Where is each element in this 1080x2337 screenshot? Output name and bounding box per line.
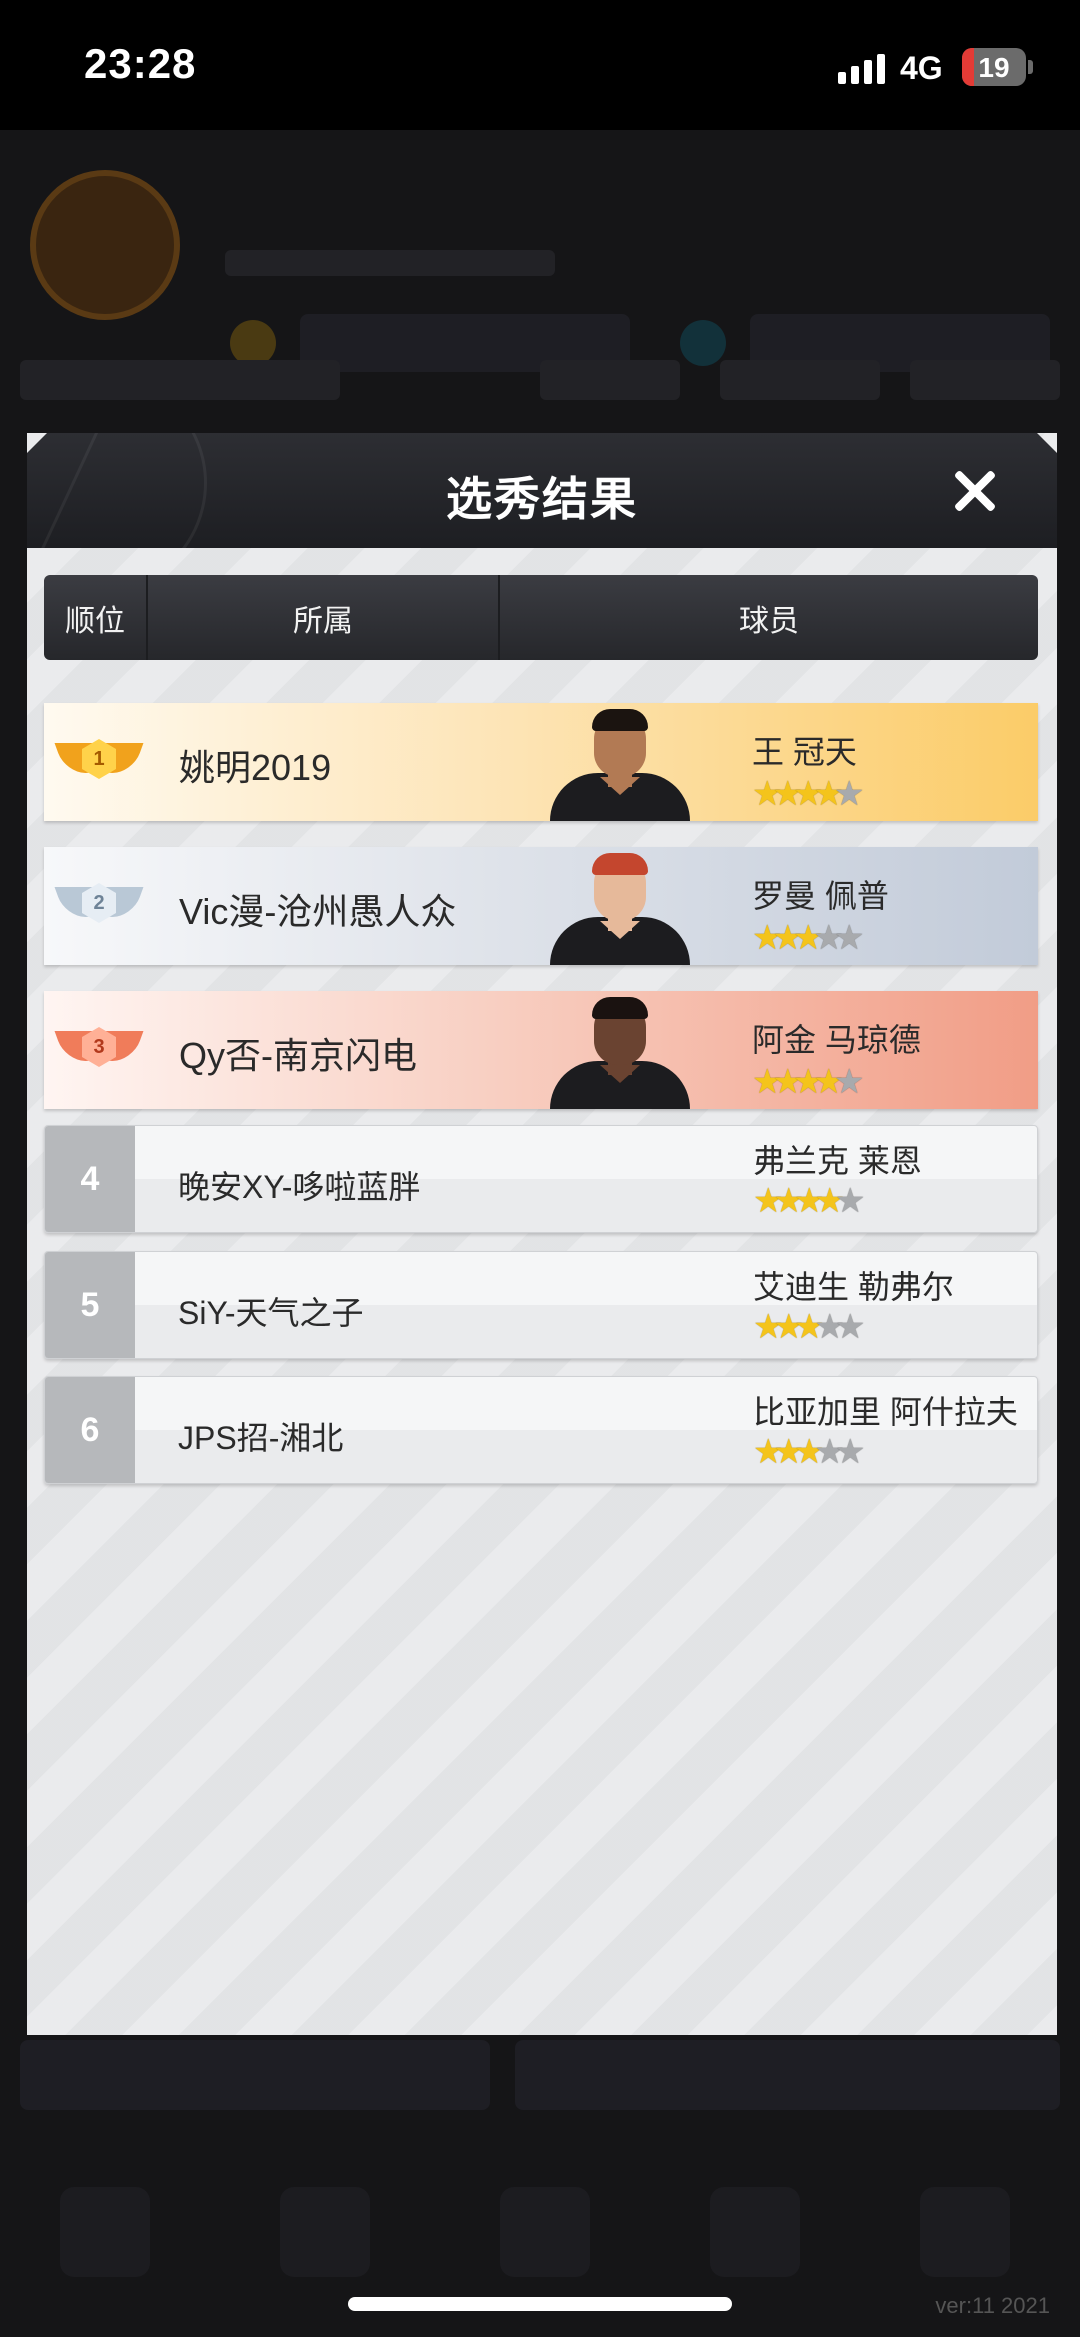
- dialog-header: 选秀结果: [27, 433, 1057, 548]
- background-tab: [710, 2187, 800, 2277]
- star-rating: ★ ★ ★ ★ ★: [753, 1184, 865, 1218]
- star-rating: ★ ★ ★ ★ ★: [752, 1065, 864, 1099]
- draft-row-6[interactable]: 6 JPS招-湘北 比亚加里 阿什拉夫 ★ ★ ★ ★ ★: [44, 1376, 1038, 1484]
- home-indicator[interactable]: [348, 2297, 732, 2311]
- background-panel-2: [515, 2040, 1060, 2110]
- background-tab: [500, 2187, 590, 2277]
- battery-level: 19: [978, 52, 1010, 83]
- background-menu: [20, 360, 340, 400]
- team-name: Vic漫-沧州愚人众: [179, 891, 457, 932]
- star-empty-icon: ★: [833, 775, 865, 813]
- star-rating: ★ ★ ★ ★ ★: [752, 777, 864, 811]
- background-menu-3: [720, 360, 880, 400]
- gold-medal-icon: 1: [54, 737, 144, 787]
- team-name: SiY-天气之子: [178, 1295, 364, 1331]
- battery-icon: 19: [962, 48, 1026, 86]
- player-portrait: [550, 853, 690, 965]
- player-name: 罗曼 佩普: [752, 878, 889, 914]
- player-name: 比亚加里 阿什拉夫: [753, 1394, 1018, 1430]
- background-diamond-icon: [680, 320, 726, 366]
- background-text: [225, 250, 555, 276]
- background-panel: [20, 2040, 490, 2110]
- draft-result-dialog: 选秀结果 顺位 所属 球员 1 姚明2019 王 冠天 ★ ★ ★ ★ ★ 2 Vic漫…: [27, 433, 1057, 2035]
- close-icon[interactable]: [947, 463, 1003, 519]
- draft-row-3[interactable]: 3 Qy否-南京闪电 阿金 马琼德 ★ ★ ★ ★ ★: [44, 991, 1038, 1109]
- draft-row-5[interactable]: 5 SiY-天气之子 艾迪生 勒弗尔 ★ ★ ★ ★ ★: [44, 1251, 1038, 1359]
- rank-number: 4: [45, 1126, 135, 1232]
- player-name: 王 冠天: [752, 734, 857, 770]
- background-tab: [60, 2187, 150, 2277]
- dialog-title: 选秀结果: [446, 473, 638, 525]
- column-header-rank: 顺位: [44, 575, 148, 660]
- column-header-team: 所属: [148, 575, 500, 660]
- table-header: 顺位 所属 球员: [44, 575, 1038, 660]
- background-avatar: [30, 170, 180, 320]
- background-menu-2: [540, 360, 680, 400]
- draft-row-2[interactable]: 2 Vic漫-沧州愚人众 罗曼 佩普 ★ ★ ★ ★ ★: [44, 847, 1038, 965]
- player-name: 阿金 马琼德: [752, 1022, 921, 1058]
- background-tab: [280, 2187, 370, 2277]
- signal-icon: [838, 52, 886, 84]
- star-empty-icon: ★: [834, 1182, 866, 1220]
- team-name: 姚明2019: [179, 747, 332, 788]
- draft-row-1[interactable]: 1 姚明2019 王 冠天 ★ ★ ★ ★ ★: [44, 703, 1038, 821]
- dialog-background: [27, 433, 1057, 2035]
- battery-tip: [1028, 60, 1033, 74]
- player-portrait: [550, 997, 690, 1109]
- star-rating: ★ ★ ★ ★ ★: [753, 1435, 865, 1469]
- player-portrait: [550, 709, 690, 821]
- player-name: 艾迪生 勒弗尔: [753, 1269, 954, 1305]
- status-bar: 23:28 4G 19: [0, 0, 1080, 130]
- team-name: 晚安XY-哆啦蓝胖: [178, 1169, 421, 1205]
- team-name: JPS招-湘北: [178, 1420, 344, 1456]
- team-name: Qy否-南京闪电: [179, 1035, 417, 1076]
- silver-medal-icon: 2: [54, 881, 144, 931]
- star-rating: ★ ★ ★ ★ ★: [752, 921, 864, 955]
- column-header-player: 球员: [739, 604, 799, 638]
- player-name: 弗兰克 莱恩: [753, 1143, 922, 1179]
- background-tab: [920, 2187, 1010, 2277]
- star-empty-icon: ★: [833, 1063, 865, 1101]
- network-type: 4G: [900, 50, 943, 86]
- rank-number: 5: [45, 1252, 135, 1358]
- bronze-medal-icon: 3: [54, 1025, 144, 1075]
- version-label: ver:11 2021: [935, 2293, 1050, 2318]
- star-empty-icon: ★: [834, 1308, 866, 1346]
- background-menu-4: [910, 360, 1060, 400]
- rank-number: 6: [45, 1377, 135, 1483]
- star-empty-icon: ★: [834, 1433, 866, 1471]
- status-time: 23:28: [84, 40, 197, 87]
- star-empty-icon: ★: [833, 919, 865, 957]
- draft-row-4[interactable]: 4 晚安XY-哆啦蓝胖 弗兰克 莱恩 ★ ★ ★ ★ ★: [44, 1125, 1038, 1233]
- star-rating: ★ ★ ★ ★ ★: [753, 1310, 865, 1344]
